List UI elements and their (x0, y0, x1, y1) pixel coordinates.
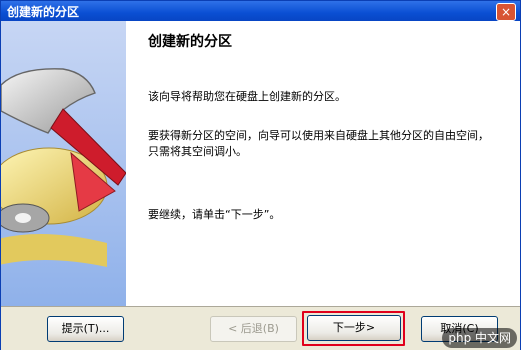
intro-text: 该向导将帮助您在硬盘上创建新的分区。 (148, 90, 346, 103)
window-title: 创建新的分区 (7, 5, 80, 19)
space-explanation-text: 要获得新分区的空间，向导可以使用来自硬盘上其他分区的自由空间，只需将其空间调小。 (148, 129, 489, 158)
hammer-disk-illustration (1, 21, 126, 306)
wizard-content: 创建新的分区 该向导将帮助您在硬盘上创建新的分区。 要获得新分区的空间，向导可以… (1, 21, 520, 306)
page-heading: 创建新的分区 (148, 34, 232, 50)
tips-button[interactable]: 提示(T)... (47, 316, 124, 342)
continue-instruction-text: 要继续，请单击“下一步”。 (148, 208, 281, 221)
php-watermark: php 中文网 (442, 328, 517, 348)
close-button[interactable]: × (496, 3, 516, 21)
next-button[interactable]: 下一步> (307, 315, 401, 341)
title-bar[interactable]: 创建新的分区 × (1, 1, 520, 21)
button-bar: 提示(T)... < 后退(B) 下一步> 取消(C) (1, 306, 520, 350)
wizard-window: 创建新的分区 × 创建新的分区 该向导将帮助您在硬盘上创建新的分区。 要获得新分… (0, 0, 521, 350)
back-button[interactable]: < 后退(B) (210, 316, 297, 342)
